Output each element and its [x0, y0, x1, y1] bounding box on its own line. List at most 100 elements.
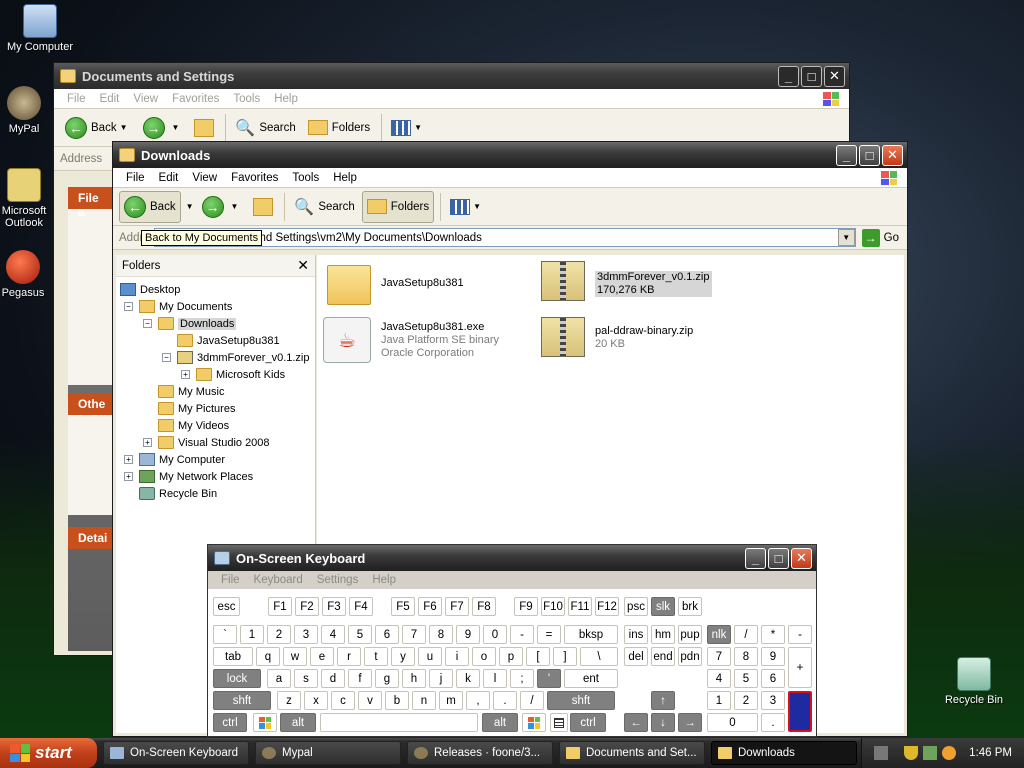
- key-3-4[interactable]: f: [348, 669, 372, 688]
- desktop-icon-my-computer[interactable]: My Computer: [0, 4, 80, 53]
- osk-titlebar[interactable]: On-Screen Keyboard _ □ ✕: [208, 545, 816, 571]
- menu-help[interactable]: Help: [267, 93, 305, 105]
- key-3-8[interactable]: k: [456, 669, 480, 688]
- key-1-19[interactable]: *: [761, 625, 785, 644]
- search-button[interactable]: 🔍 Search: [289, 191, 359, 223]
- menu-favorites[interactable]: Favorites: [165, 93, 226, 105]
- key-3-0[interactable]: lock: [213, 669, 261, 688]
- key-1-20[interactable]: -: [788, 625, 812, 644]
- key-3-7[interactable]: j: [429, 669, 453, 688]
- file-item[interactable]: JavaSetup8u381: [327, 265, 464, 305]
- key-1-7[interactable]: 7: [402, 625, 426, 644]
- key-1-12[interactable]: =: [537, 625, 561, 644]
- key-0-8[interactable]: F8: [472, 597, 496, 616]
- collapse-icon[interactable]: −: [162, 353, 171, 362]
- collapse-icon[interactable]: −: [143, 319, 152, 328]
- tree-item-javasetup[interactable]: JavaSetup8u381: [177, 332, 280, 349]
- taskbar-item-osk[interactable]: On-Screen Keyboard: [103, 741, 249, 765]
- tree-item-my-computer[interactable]: + My Computer: [124, 451, 225, 468]
- key-2-19[interactable]: 9: [761, 647, 785, 666]
- key-4-10[interactable]: /: [520, 691, 544, 710]
- close-button[interactable]: ✕: [824, 65, 845, 87]
- tree-item-microsoft-kids[interactable]: + Microsoft Kids: [181, 366, 285, 383]
- maximize-button[interactable]: □: [801, 65, 822, 87]
- key-3-12[interactable]: ent: [564, 669, 618, 688]
- forward-button[interactable]: → ▼: [197, 191, 247, 223]
- desktop-icon-pegasus[interactable]: Pegasus: [0, 250, 48, 299]
- windows-key-icon[interactable]: [253, 713, 277, 732]
- spacebar-key[interactable]: [320, 713, 478, 732]
- down-arrow-key[interactable]: ↓: [651, 713, 675, 732]
- minimize-button[interactable]: _: [745, 547, 766, 569]
- key-2-9[interactable]: o: [472, 647, 496, 666]
- dropdown-arrow-icon[interactable]: ▼: [120, 123, 128, 132]
- key-2-1[interactable]: q: [256, 647, 280, 666]
- key-2-12[interactable]: ]: [553, 647, 577, 666]
- tree-item-desktop[interactable]: Desktop: [120, 281, 180, 298]
- expand-icon[interactable]: +: [143, 438, 152, 447]
- key-5-5[interactable]: .: [761, 713, 785, 732]
- left-arrow-key[interactable]: ←: [624, 713, 648, 732]
- search-button[interactable]: 🔍 Search: [230, 112, 300, 144]
- key-5-4[interactable]: 0: [707, 713, 758, 732]
- key-3-15[interactable]: 6: [761, 669, 785, 688]
- menu-settings[interactable]: Settings: [310, 574, 366, 586]
- key-1-13[interactable]: bksp: [564, 625, 618, 644]
- key-3-1[interactable]: a: [267, 669, 291, 688]
- menu-keyboard[interactable]: Keyboard: [247, 574, 310, 586]
- key-4-5[interactable]: b: [385, 691, 409, 710]
- key-1-3[interactable]: 3: [294, 625, 318, 644]
- key-3-14[interactable]: 5: [734, 669, 758, 688]
- key-0-3[interactable]: F3: [322, 597, 346, 616]
- views-button[interactable]: ▼: [386, 112, 430, 144]
- key-2-13[interactable]: \: [580, 647, 618, 666]
- menu-favorites[interactable]: Favorites: [224, 172, 285, 184]
- on-screen-keyboard-window[interactable]: On-Screen Keyboard _ □ ✕ File Keyboard S…: [207, 544, 817, 737]
- key-5-0[interactable]: ctrl: [213, 713, 247, 732]
- key-4-2[interactable]: x: [304, 691, 328, 710]
- tree-item-my-network-places[interactable]: + My Network Places: [124, 468, 253, 485]
- start-button[interactable]: start: [0, 738, 97, 768]
- file-item[interactable]: ☕ JavaSetup8u381.exe Java Platform SE bi…: [323, 317, 499, 363]
- key-4-11[interactable]: shft: [547, 691, 615, 710]
- folders-button[interactable]: Folders: [303, 112, 375, 144]
- key-0-12[interactable]: F12: [595, 597, 619, 616]
- key-2-7[interactable]: u: [418, 647, 442, 666]
- key-2-18[interactable]: 8: [734, 647, 758, 666]
- key-0-9[interactable]: F9: [514, 597, 538, 616]
- collapse-icon[interactable]: −: [124, 302, 133, 311]
- key-1-18[interactable]: /: [734, 625, 758, 644]
- numpad-enter-key[interactable]: [788, 691, 812, 732]
- key-1-5[interactable]: 5: [348, 625, 372, 644]
- key-1-2[interactable]: 2: [267, 625, 291, 644]
- up-arrow-key[interactable]: ↑: [651, 691, 675, 710]
- up-button[interactable]: [189, 112, 219, 144]
- key-4-9[interactable]: .: [493, 691, 517, 710]
- menu-edit[interactable]: Edit: [93, 93, 127, 105]
- maximize-button[interactable]: □: [859, 144, 880, 166]
- downloads-titlebar[interactable]: Downloads _ □ ✕: [113, 142, 907, 168]
- key-5-1[interactable]: alt: [280, 713, 316, 732]
- tree-item-my-documents[interactable]: − My Documents: [124, 298, 232, 315]
- tree-item-my-pictures[interactable]: My Pictures: [158, 400, 235, 417]
- menu-tools[interactable]: Tools: [285, 172, 326, 184]
- key-4-8[interactable]: ,: [466, 691, 490, 710]
- key-3-2[interactable]: s: [294, 669, 318, 688]
- key-5-3[interactable]: ctrl: [570, 713, 606, 732]
- key-1-8[interactable]: 8: [429, 625, 453, 644]
- address-dropdown-icon[interactable]: ▼: [837, 229, 855, 246]
- taskbar-item-documents[interactable]: Documents and Set...: [559, 741, 705, 765]
- menu-file[interactable]: File: [60, 93, 93, 105]
- expand-icon[interactable]: +: [124, 472, 133, 481]
- folders-button[interactable]: Folders: [361, 190, 435, 223]
- key-0-0[interactable]: esc: [213, 597, 240, 616]
- file-item[interactable]: pal-ddraw-binary.zip 20 KB: [541, 317, 693, 357]
- menu-key-icon[interactable]: [550, 713, 568, 732]
- expand-icon[interactable]: +: [181, 370, 190, 379]
- key-2-11[interactable]: [: [526, 647, 550, 666]
- menu-view[interactable]: View: [126, 93, 165, 105]
- key-3-3[interactable]: d: [321, 669, 345, 688]
- tree-item-downloads[interactable]: − Downloads: [143, 315, 237, 332]
- key-1-1[interactable]: 1: [240, 625, 264, 644]
- views-button[interactable]: ▼: [445, 191, 489, 223]
